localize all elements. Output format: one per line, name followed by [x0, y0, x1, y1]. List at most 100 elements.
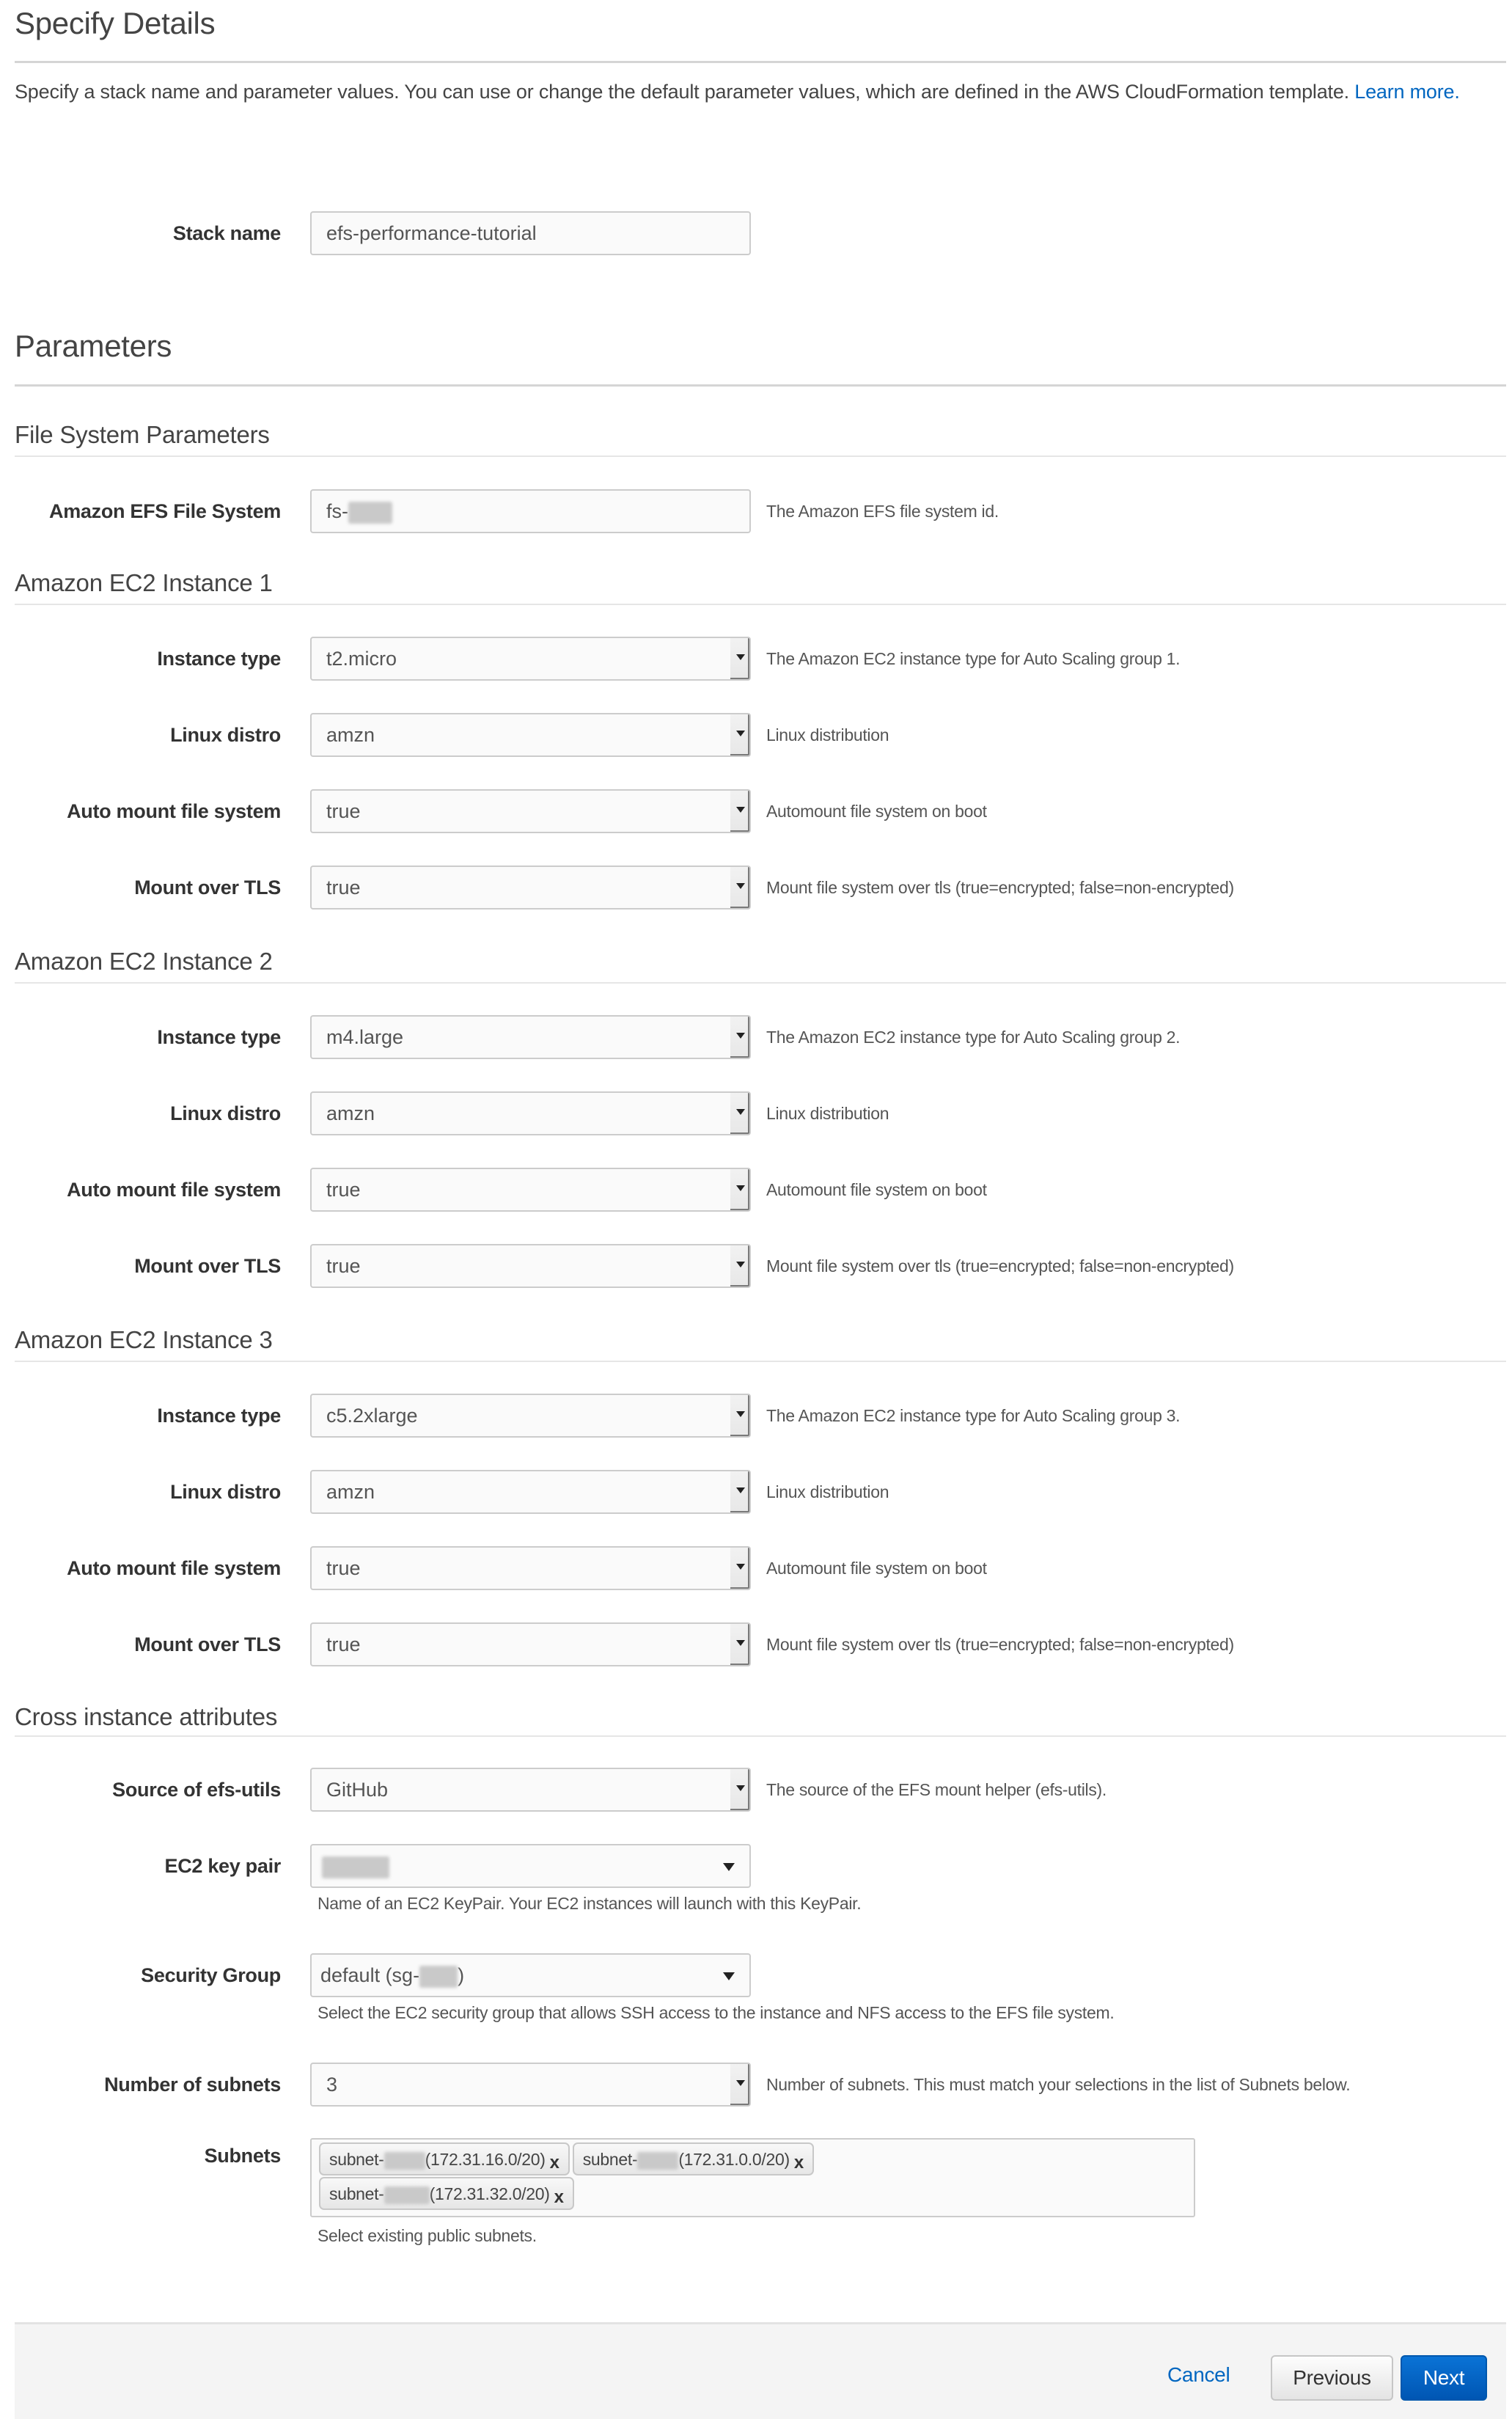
instance-2-tls-row: Mount over TLS true Mount file system ov…	[15, 1244, 1506, 1291]
remove-subnet-icon[interactable]: x	[554, 2187, 564, 2207]
num-subnets-help: Number of subnets. This must match your …	[766, 2075, 1351, 2094]
dropdown-arrow-icon	[730, 1769, 749, 1810]
efs-id-prefix: fs-	[326, 500, 348, 522]
security-group-select[interactable]: default (sg-)	[310, 1953, 751, 1997]
instance-type-label: Instance type	[157, 648, 281, 670]
title-divider	[15, 61, 1506, 63]
remove-subnet-icon[interactable]: x	[794, 2153, 804, 2173]
num-subnets-label: Number of subnets	[104, 2074, 281, 2096]
instance-2-automount-row: Auto mount file system true Automount fi…	[15, 1168, 1506, 1215]
auto-mount-help: Automount file system on boot	[766, 802, 987, 821]
instance-2-automount-select[interactable]: true	[310, 1168, 751, 1212]
instance-1-distro-row: Linux distro amzn Linux distribution	[15, 713, 1506, 760]
efs-utils-source-select[interactable]: GitHub	[310, 1768, 751, 1812]
num-subnets-select[interactable]: 3	[310, 2063, 751, 2107]
linux-distro-label: Linux distro	[170, 1102, 281, 1124]
instance-2-tls-value: true	[326, 1255, 361, 1277]
efs-file-system-input[interactable]: fs-	[310, 489, 751, 533]
auto-mount-label: Auto mount file system	[67, 1179, 281, 1201]
security-group-row: Security Group default (sg-) Select the …	[15, 1953, 1506, 2022]
instance-1-type-value: t2.micro	[326, 648, 397, 670]
cross-instance-heading: Cross instance attributes	[15, 1703, 278, 1730]
instance-1-heading: Amazon EC2 Instance 1	[15, 569, 273, 596]
subnet-prefix: subnet-	[329, 2184, 384, 2203]
efs-file-system-help: The Amazon EFS file system id.	[766, 502, 999, 521]
auto-mount-help: Automount file system on boot	[766, 1559, 987, 1578]
subnets-row: Subnets subnet- (172.31.16.0/20) x subnet-(…	[15, 2138, 1506, 2255]
key-pair-row: EC2 key pair Name of an EC2 KeyPair. You…	[15, 1844, 1506, 1913]
instance-2-distro-value: amzn	[326, 1102, 375, 1124]
instance-3-distro-row: Linux distro amzn Linux distribution	[15, 1470, 1506, 1517]
instance-1-automount-select[interactable]: true	[310, 789, 751, 833]
instance-1-automount-row: Auto mount file system true Automount fi…	[15, 789, 1506, 836]
instance-2-distro-row: Linux distro amzn Linux distribution	[15, 1091, 1506, 1138]
num-subnets-row: Number of subnets 3 Number of subnets. T…	[15, 2063, 1506, 2109]
dropdown-arrow-icon	[730, 791, 749, 832]
dropdown-arrow-icon	[730, 714, 749, 755]
instance-3-distro-value: amzn	[326, 1481, 375, 1503]
intro-text: Specify a stack name and parameter value…	[15, 76, 1506, 108]
dropdown-arrow-icon	[730, 1093, 749, 1134]
instance-1-tls-value: true	[326, 877, 361, 899]
stack-name-input[interactable]: efs-performance-tutorial	[310, 211, 751, 255]
parameters-divider	[15, 384, 1506, 387]
cancel-button[interactable]: Cancel	[1167, 2363, 1230, 2387]
previous-button[interactable]: Previous	[1271, 2355, 1393, 2401]
remove-subnet-icon[interactable]: x	[550, 2153, 559, 2173]
instance-3-distro-select[interactable]: amzn	[310, 1470, 751, 1514]
instance-1-tls-select[interactable]: true	[310, 866, 751, 910]
mount-tls-help: Mount file system over tls (true=encrypt…	[766, 1256, 1234, 1276]
linux-distro-help: Linux distribution	[766, 1104, 889, 1123]
dropdown-arrow-icon	[730, 1624, 749, 1665]
instance-3-divider	[15, 1361, 1506, 1362]
subnet-chip: subnet- (172.31.16.0/20) x	[319, 2142, 570, 2175]
subnet-prefix: subnet-	[582, 2150, 638, 2169]
wizard-footer: Cancel Previous Next	[15, 2322, 1506, 2419]
instance-2-distro-select[interactable]: amzn	[310, 1091, 751, 1135]
instance-3-automount-select[interactable]: true	[310, 1546, 751, 1590]
instance-1-distro-select[interactable]: amzn	[310, 713, 751, 757]
instance-type-help: The Amazon EC2 instance type for Auto Sc…	[766, 1406, 1181, 1425]
instance-3-tls-row: Mount over TLS true Mount file system ov…	[15, 1622, 1506, 1669]
instance-3-type-select[interactable]: c5.2xlarge	[310, 1394, 751, 1438]
efs-utils-source-help: The source of the EFS mount helper (efs-…	[766, 1780, 1107, 1799]
efs-file-system-label: Amazon EFS File System	[49, 500, 281, 522]
instance-1-type-select[interactable]: t2.micro	[310, 637, 751, 681]
instance-1-type-row: Instance type t2.micro The Amazon EC2 in…	[15, 637, 1506, 684]
key-pair-select[interactable]	[310, 1844, 751, 1888]
instance-2-type-select[interactable]: m4.large	[310, 1015, 751, 1059]
subnet-cidr: (172.31.32.0/20)	[429, 2184, 550, 2203]
instance-type-label: Instance type	[157, 1026, 281, 1048]
instance-2-heading: Amazon EC2 Instance 2	[15, 948, 273, 975]
file-system-divider	[15, 455, 1506, 457]
dropdown-arrow-icon	[730, 1471, 749, 1512]
security-group-prefix: default (sg-	[320, 1964, 420, 1986]
mount-tls-label: Mount over TLS	[134, 1255, 281, 1277]
efs-utils-source-label: Source of efs-utils	[112, 1779, 281, 1801]
stack-name-row: Stack name efs-performance-tutorial	[15, 211, 1506, 258]
instance-3-tls-select[interactable]: true	[310, 1622, 751, 1666]
instance-type-label: Instance type	[157, 1405, 281, 1427]
cross-instance-divider	[15, 1735, 1506, 1737]
learn-more-link[interactable]: Learn more.	[1354, 81, 1460, 103]
instance-2-tls-select[interactable]: true	[310, 1244, 751, 1288]
instance-1-automount-value: true	[326, 800, 361, 822]
mount-tls-label: Mount over TLS	[134, 1633, 281, 1655]
dropdown-arrow-icon	[730, 1245, 749, 1287]
file-system-heading: File System Parameters	[15, 421, 270, 448]
dropdown-arrow-icon	[730, 1017, 749, 1058]
auto-mount-label: Auto mount file system	[67, 800, 281, 822]
page-title: Specify Details	[15, 6, 216, 40]
instance-3-heading: Amazon EC2 Instance 3	[15, 1326, 273, 1353]
next-button[interactable]: Next	[1401, 2355, 1487, 2401]
instance-1-tls-row: Mount over TLS true Mount file system ov…	[15, 866, 1506, 912]
mount-tls-help: Mount file system over tls (true=encrypt…	[766, 878, 1234, 897]
efs-file-system-row: Amazon EFS File System fs- The Amazon EF…	[15, 489, 1506, 536]
mount-tls-label: Mount over TLS	[134, 877, 281, 899]
subnet-cidr: (172.31.16.0/20)	[425, 2150, 546, 2169]
subnets-multiselect[interactable]: subnet- (172.31.16.0/20) x subnet- (172.31.0…	[310, 2138, 1195, 2217]
caret-down-icon	[723, 1863, 735, 1871]
redacted-security-group-id	[419, 1965, 458, 1988]
linux-distro-help: Linux distribution	[766, 1482, 889, 1501]
subnet-prefix: subnet-	[329, 2150, 384, 2169]
